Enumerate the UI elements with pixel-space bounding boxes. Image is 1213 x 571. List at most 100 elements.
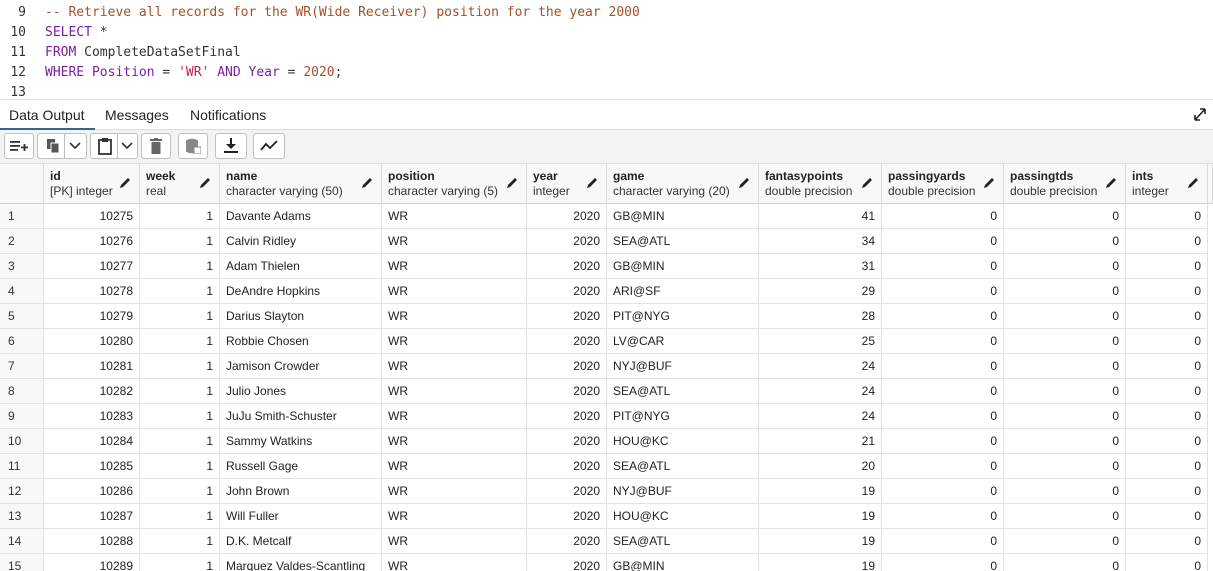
table-cell[interactable]: 0 xyxy=(1004,504,1126,529)
edit-pencil-icon[interactable] xyxy=(1105,177,1117,189)
table-cell[interactable]: 1 xyxy=(140,304,220,329)
table-cell[interactable]: 19 xyxy=(759,504,882,529)
table-cell[interactable]: 24 xyxy=(759,404,882,429)
table-cell[interactable]: Robbie Chosen xyxy=(220,329,382,354)
tab-notifications[interactable]: Notifications xyxy=(190,100,266,130)
table-cell[interactable]: 2020 xyxy=(527,279,607,304)
table-cell[interactable]: Calvin Ridley xyxy=(220,229,382,254)
table-cell[interactable]: 0 xyxy=(1126,554,1208,571)
table-cell[interactable]: Davante Adams xyxy=(220,204,382,229)
table-cell[interactable]: 0 xyxy=(1004,204,1126,229)
table-cell[interactable]: 0 xyxy=(1126,279,1208,304)
table-cell[interactable]: GB@MIN xyxy=(607,204,759,229)
table-cell[interactable]: 0 xyxy=(1004,379,1126,404)
table-cell[interactable]: Julio Jones xyxy=(220,379,382,404)
table-cell[interactable]: PIT@NYG xyxy=(607,304,759,329)
table-cell[interactable]: 10284 xyxy=(44,429,140,454)
table-cell[interactable]: Will Fuller xyxy=(220,504,382,529)
table-cell[interactable]: 0 xyxy=(882,204,1004,229)
table-cell[interactable]: 1 xyxy=(140,454,220,479)
code-line[interactable]: 11 FROM CompleteDataSetFinal xyxy=(0,43,1213,63)
edit-pencil-icon[interactable] xyxy=(1187,177,1199,189)
table-cell[interactable]: SEA@ATL xyxy=(607,379,759,404)
column-header-fantasypoints[interactable]: fantasypoints double precision xyxy=(759,164,882,204)
table-cell[interactable]: 2020 xyxy=(527,304,607,329)
table-cell[interactable]: 0 xyxy=(882,454,1004,479)
graph-visualiser-button[interactable] xyxy=(253,133,285,159)
table-cell[interactable]: 0 xyxy=(882,479,1004,504)
table-cell[interactable]: 0 xyxy=(882,354,1004,379)
table-cell[interactable]: 10289 xyxy=(44,554,140,571)
table-cell[interactable]: 2020 xyxy=(527,254,607,279)
table-cell[interactable]: WR xyxy=(382,554,527,571)
table-cell[interactable]: 0 xyxy=(1004,304,1126,329)
table-cell[interactable]: 1 xyxy=(140,429,220,454)
table-cell[interactable]: 2020 xyxy=(527,379,607,404)
edit-pencil-icon[interactable] xyxy=(586,177,598,189)
table-cell[interactable]: 10279 xyxy=(44,304,140,329)
table-cell[interactable]: 0 xyxy=(1004,229,1126,254)
table-cell[interactable]: WR xyxy=(382,279,527,304)
column-header-position[interactable]: position character varying (5) xyxy=(382,164,527,204)
table-cell[interactable]: 2020 xyxy=(527,479,607,504)
table-row[interactable]: 9 10283 1 JuJu Smith-Schuster WR 2020 PIT@NYG 2… xyxy=(0,404,1213,429)
table-cell[interactable]: WR xyxy=(382,304,527,329)
table-cell[interactable]: 10277 xyxy=(44,254,140,279)
table-cell[interactable]: 1 xyxy=(140,329,220,354)
edit-pencil-icon[interactable] xyxy=(119,177,131,189)
table-cell[interactable]: 0 xyxy=(1004,354,1126,379)
table-cell[interactable]: 10282 xyxy=(44,379,140,404)
table-cell[interactable]: 0 xyxy=(882,279,1004,304)
table-cell[interactable]: 0 xyxy=(1004,454,1126,479)
table-row[interactable]: 6 10280 1 Robbie Chosen WR 2020 LV@CAR 25 0 0 0 xyxy=(0,329,1213,354)
chevron-down-icon[interactable] xyxy=(69,142,81,150)
table-cell[interactable]: 2020 xyxy=(527,404,607,429)
table-cell[interactable]: ARI@SF xyxy=(607,279,759,304)
table-cell[interactable]: D.K. Metcalf xyxy=(220,529,382,554)
table-row[interactable]: 4 10278 1 DeAndre Hopkins WR 2020 ARI@SF 29 0 0 0 xyxy=(0,279,1213,304)
table-cell[interactable]: GB@MIN xyxy=(607,554,759,571)
column-header-ints[interactable]: ints integer xyxy=(1126,164,1208,204)
table-row[interactable]: 8 10282 1 Julio Jones WR 2020 SEA@ATL 24 0 0 0 xyxy=(0,379,1213,404)
table-cell[interactable]: 28 xyxy=(759,304,882,329)
table-cell[interactable]: LV@CAR xyxy=(607,329,759,354)
table-cell[interactable]: 0 xyxy=(1004,329,1126,354)
table-cell[interactable]: 0 xyxy=(1126,404,1208,429)
edit-pencil-icon[interactable] xyxy=(861,177,873,189)
table-cell[interactable]: 2020 xyxy=(527,504,607,529)
table-cell[interactable]: 20 xyxy=(759,454,882,479)
table-cell[interactable]: 0 xyxy=(882,429,1004,454)
table-cell[interactable]: 10278 xyxy=(44,279,140,304)
table-cell[interactable]: WR xyxy=(382,529,527,554)
table-cell[interactable]: 1 xyxy=(140,554,220,571)
table-cell[interactable]: 0 xyxy=(1126,479,1208,504)
table-row[interactable]: 14 10288 1 D.K. Metcalf WR 2020 SEA@ATL 19 0 0 0 xyxy=(0,529,1213,554)
table-cell[interactable]: 0 xyxy=(1126,454,1208,479)
table-cell[interactable]: 0 xyxy=(882,254,1004,279)
edit-pencil-icon[interactable] xyxy=(506,177,518,189)
column-header-week[interactable]: week real xyxy=(140,164,220,204)
table-cell[interactable]: Jamison Crowder xyxy=(220,354,382,379)
table-cell[interactable]: 1 xyxy=(140,504,220,529)
table-cell[interactable]: 0 xyxy=(882,379,1004,404)
table-cell[interactable]: PIT@NYG xyxy=(607,404,759,429)
table-cell[interactable]: 24 xyxy=(759,379,882,404)
expand-icon[interactable] xyxy=(1193,106,1207,122)
table-cell[interactable]: HOU@KC xyxy=(607,429,759,454)
download-button[interactable] xyxy=(215,133,247,159)
table-row[interactable]: 11 10285 1 Russell Gage WR 2020 SEA@ATL 20 0 0 0 xyxy=(0,454,1213,479)
code-line[interactable]: 12 WHERE Position = 'WR' AND Year = 2020; xyxy=(0,63,1213,83)
table-cell[interactable]: 0 xyxy=(1126,379,1208,404)
table-cell[interactable]: 10276 xyxy=(44,229,140,254)
query-editor[interactable]: 9 -- Retrieve all records for the WR(Wide… xyxy=(0,0,1213,100)
table-cell[interactable]: WR xyxy=(382,404,527,429)
table-cell[interactable]: 1 xyxy=(140,204,220,229)
code-line[interactable]: 9 -- Retrieve all records for the WR(Wide… xyxy=(0,3,1213,23)
table-cell[interactable]: WR xyxy=(382,354,527,379)
table-cell[interactable]: Russell Gage xyxy=(220,454,382,479)
table-cell[interactable]: 0 xyxy=(1004,404,1126,429)
chevron-down-icon[interactable] xyxy=(121,142,133,150)
table-cell[interactable]: 2020 xyxy=(527,454,607,479)
table-row[interactable]: 15 10289 1 Marquez Valdes-Scantling WR 2020 GB… xyxy=(0,554,1213,571)
table-cell[interactable]: 2020 xyxy=(527,354,607,379)
